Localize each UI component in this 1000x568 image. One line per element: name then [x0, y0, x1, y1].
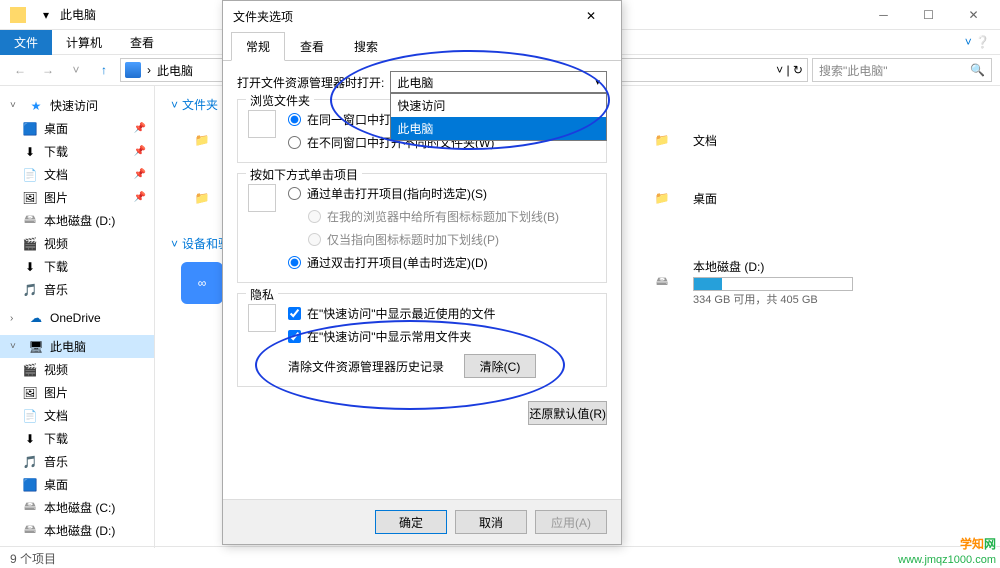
ok-button[interactable]: 确定: [375, 510, 447, 534]
combo-dropdown: 快速访问 此电脑: [390, 93, 607, 141]
sidebar-item[interactable]: 🖴本地磁盘 (D:): [0, 519, 154, 542]
app-icon: [8, 5, 28, 25]
drive-usage-bar: [693, 277, 853, 291]
apply-button[interactable]: 应用(A): [535, 510, 607, 534]
folder-options-dialog: 文件夹选项 ✕ 常规 查看 搜索 打开文件资源管理器时打开: 此电脑▾ 快速访问…: [222, 0, 622, 545]
openwith-combo[interactable]: 此电脑▾ 快速访问 此电脑: [390, 71, 607, 93]
check-recent-files[interactable]: 在"快速访问"中显示最近使用的文件: [248, 302, 596, 325]
pc-icon: [125, 62, 141, 78]
sidebar-quickaccess[interactable]: ˅★快速访问: [0, 94, 154, 117]
dialog-close-button[interactable]: ✕: [571, 9, 611, 23]
sidebar-item[interactable]: 🎬视频: [0, 232, 154, 255]
radio-single-click[interactable]: 通过单击打开项目(指向时选定)(S): [248, 182, 596, 205]
tab-view[interactable]: 查看: [285, 32, 339, 61]
sidebar-item[interactable]: 🎬视频: [0, 358, 154, 381]
dialog-buttons: 确定 取消 应用(A): [223, 499, 621, 544]
dialog-tabs: 常规 查看 搜索: [223, 31, 621, 61]
sidebar-item[interactable]: 📄文档📌: [0, 163, 154, 186]
sidebar-item[interactable]: 🟦桌面: [0, 473, 154, 496]
sidebar-item[interactable]: 🖴本地磁盘 (C:): [0, 496, 154, 519]
radio-underline-hover: 仅当指向图标标题时加下划线(P): [248, 228, 596, 251]
sidebar-onedrive[interactable]: ›☁OneDrive: [0, 307, 154, 329]
drive-item[interactable]: 🖴 本地磁盘 (D:) 334 GB 可用，共 405 GB: [641, 258, 861, 307]
radio-double-click[interactable]: 通过双击打开项目(单击时选定)(D): [248, 251, 596, 274]
privacy-group: 隐私 在"快速访问"中显示最近使用的文件 在"快速访问"中显示常用文件夹 清除文…: [237, 293, 607, 387]
search-box[interactable]: 搜索"此电脑" 🔍: [812, 58, 992, 82]
maximize-button[interactable]: ☐: [906, 0, 951, 30]
cancel-button[interactable]: 取消: [455, 510, 527, 534]
nav-fwd[interactable]: →: [36, 58, 60, 82]
check-frequent-folders[interactable]: 在"快速访问"中显示常用文件夹: [248, 325, 596, 348]
browse-icon: [248, 110, 276, 138]
sidebar-item[interactable]: 🟦桌面📌: [0, 117, 154, 140]
sidebar-item[interactable]: 🖼图片: [0, 381, 154, 404]
combo-option-thispc[interactable]: 此电脑: [391, 117, 606, 140]
sidebar-item[interactable]: 📄文档: [0, 404, 154, 427]
qat-icon[interactable]: ▾: [36, 5, 56, 25]
search-icon: 🔍: [970, 63, 985, 77]
sidebar-item[interactable]: ⬇下载📌: [0, 140, 154, 163]
sidebar-item[interactable]: 🖼图片📌: [0, 186, 154, 209]
ribbon-file[interactable]: 文件: [0, 30, 52, 55]
click-icon: [248, 184, 276, 212]
window-title: 此电脑: [60, 6, 96, 23]
close-button[interactable]: ✕: [951, 0, 996, 30]
dialog-titlebar: 文件夹选项 ✕: [223, 1, 621, 31]
clear-button[interactable]: 清除(C): [464, 354, 536, 378]
ribbon-computer[interactable]: 计算机: [52, 30, 116, 55]
minimize-button[interactable]: ─: [861, 0, 906, 30]
nav-back[interactable]: ←: [8, 58, 32, 82]
restore-defaults-button[interactable]: 还原默认值(R): [528, 401, 607, 425]
sidebar: ˅★快速访问 🟦桌面📌 ⬇下载📌 📄文档📌 🖼图片📌 🖴本地磁盘 (D:) 🎬视…: [0, 86, 155, 548]
nav-up[interactable]: ↑: [92, 58, 116, 82]
openwith-label: 打开文件资源管理器时打开:: [237, 74, 384, 91]
sidebar-item[interactable]: 🎵音乐: [0, 450, 154, 473]
ribbon-expand[interactable]: ˅ ❔: [951, 31, 1000, 53]
sidebar-item[interactable]: ⬇下载: [0, 427, 154, 450]
folder-item[interactable]: 📁文档: [641, 119, 821, 161]
nav-recent[interactable]: ˅: [64, 58, 88, 82]
sidebar-item[interactable]: 🖴本地磁盘 (D:): [0, 209, 154, 232]
folder-item[interactable]: 📁桌面: [641, 177, 821, 219]
clear-label: 清除文件资源管理器历史记录: [288, 358, 444, 375]
sidebar-thispc[interactable]: ˅🖥此电脑: [0, 335, 154, 358]
privacy-icon: [248, 304, 276, 332]
tab-search[interactable]: 搜索: [339, 32, 393, 61]
statusbar: 9 个项目: [0, 546, 1000, 568]
combo-option-quickaccess[interactable]: 快速访问: [391, 94, 606, 117]
tab-general[interactable]: 常规: [231, 32, 285, 61]
watermark: 学知网 www.jmqz1000.com: [898, 528, 996, 566]
sidebar-item[interactable]: ⬇下载: [0, 255, 154, 278]
sidebar-item[interactable]: 🎵音乐: [0, 278, 154, 301]
ribbon-view[interactable]: 查看: [116, 30, 168, 55]
radio-underline-all: 在我的浏览器中给所有图标标题加下划线(B): [248, 205, 596, 228]
click-group: 按如下方式单击项目 通过单击打开项目(指向时选定)(S) 在我的浏览器中给所有图…: [237, 173, 607, 283]
